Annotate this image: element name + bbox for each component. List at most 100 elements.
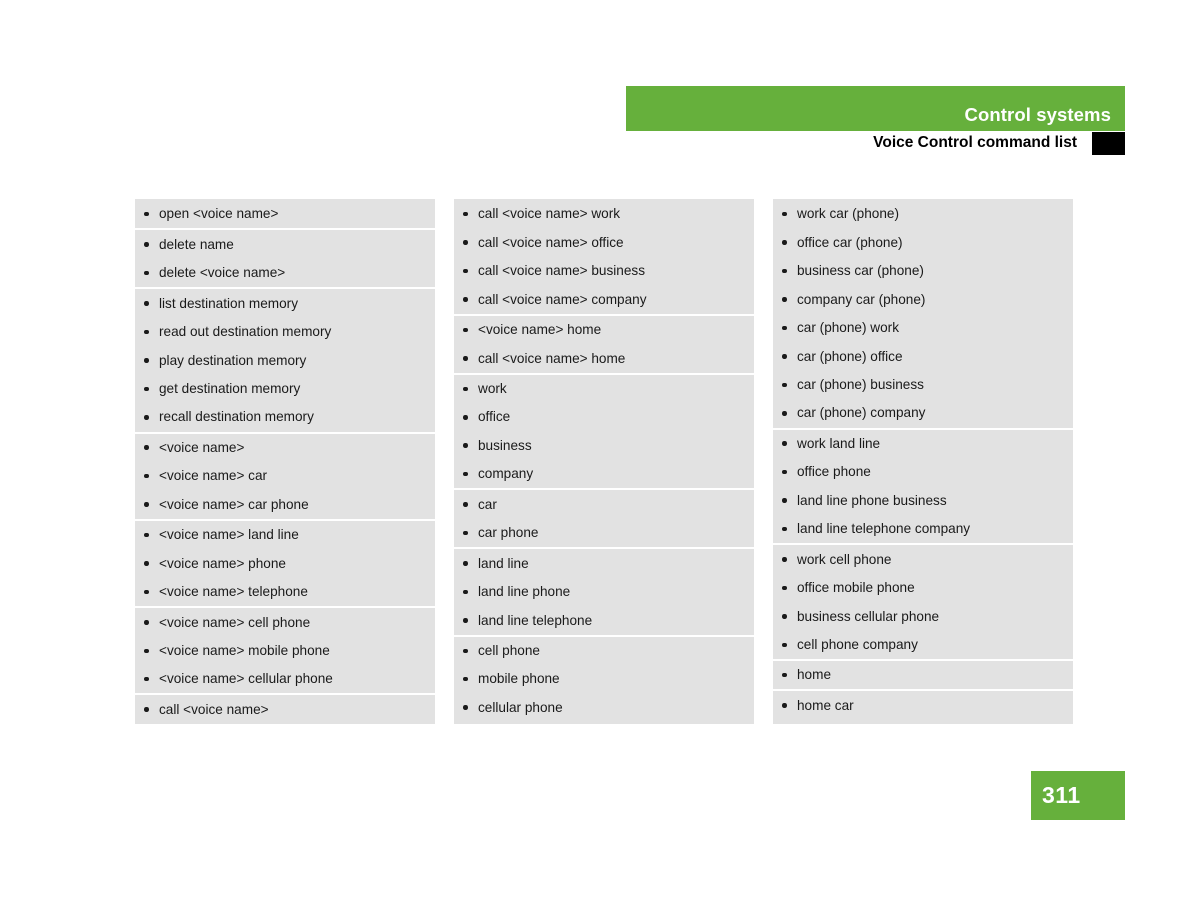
command-group: land line land line phone land line teleph… — [454, 547, 754, 635]
list-item: read out destination memory — [135, 318, 435, 346]
bullet-icon — [782, 326, 797, 331]
bullet-icon — [463, 297, 478, 302]
command-label: open <voice name> — [159, 206, 279, 222]
command-column-3: work car (phone) office car (phone) busine… — [773, 199, 1073, 724]
command-label: <voice name> cell phone — [159, 614, 311, 630]
page-subtitle: Voice Control command list — [873, 134, 1077, 151]
bullet-icon — [463, 502, 478, 507]
command-label: read out destination memory — [159, 324, 332, 340]
bullet-icon — [463, 415, 478, 420]
list-item: <voice name> — [135, 434, 435, 462]
list-item: <voice name> car phone — [135, 490, 435, 518]
command-label: car (phone) business — [797, 377, 924, 393]
command-label: <voice name> telephone — [159, 584, 308, 600]
bullet-icon — [463, 618, 478, 623]
list-item: <voice name> car — [135, 462, 435, 490]
list-item: business cellular phone — [773, 602, 1073, 630]
bullet-icon — [144, 707, 159, 712]
page-number: 311 — [1042, 782, 1081, 808]
bullet-icon — [144, 620, 159, 625]
list-item: company car (phone) — [773, 285, 1073, 313]
command-label: recall destination memory — [159, 409, 314, 425]
command-label: land line phone business — [797, 492, 947, 508]
command-label: delete <voice name> — [159, 265, 286, 281]
bullet-icon — [144, 649, 159, 654]
command-label: business cellular phone — [797, 608, 940, 624]
list-item: <voice name> home — [454, 316, 754, 344]
chapter-tab-marker-icon — [1092, 132, 1125, 155]
bullet-icon — [782, 354, 797, 359]
list-item: mobile phone — [454, 665, 754, 693]
bullet-icon — [782, 240, 797, 245]
list-item: delete name — [135, 230, 435, 258]
command-label: <voice name> cellular phone — [159, 671, 333, 687]
list-item: get destination memory — [135, 375, 435, 403]
bullet-icon — [782, 470, 797, 475]
command-column-1: open <voice name> delete name delete <voic… — [135, 199, 435, 724]
command-group: cell phone mobile phone cellular phone — [454, 634, 754, 722]
list-item: list destination memory — [135, 289, 435, 317]
list-item: <voice name> telephone — [135, 578, 435, 606]
command-label: car (phone) company — [797, 405, 926, 421]
bullet-icon — [782, 643, 797, 648]
command-column-2: call <voice name> work call <voice name> … — [454, 199, 754, 724]
command-group: work land line office phone land line phon… — [773, 427, 1073, 544]
command-label: <voice name> car — [159, 468, 268, 484]
list-item: land line telephone company — [773, 515, 1073, 543]
command-group: home — [773, 659, 1073, 690]
bullet-icon — [782, 212, 797, 217]
command-label: home car — [797, 697, 854, 713]
bullet-icon — [463, 531, 478, 536]
bullet-icon — [782, 411, 797, 416]
bullet-icon — [144, 387, 159, 392]
bullet-icon — [782, 586, 797, 591]
command-label: call <voice name> home — [478, 350, 626, 366]
list-item: cell phone — [454, 637, 754, 665]
command-label: company — [478, 466, 534, 482]
list-item: work cell phone — [773, 545, 1073, 573]
bullet-icon — [144, 301, 159, 306]
command-label: list destination memory — [159, 295, 299, 311]
command-label: <voice name> car phone — [159, 496, 309, 512]
command-label: car (phone) work — [797, 320, 899, 336]
command-label: call <voice name> — [159, 701, 269, 717]
page-header: Control systems Voice Control command li… — [626, 86, 1125, 160]
command-label: call <voice name> company — [478, 291, 647, 307]
list-item: cell phone company — [773, 631, 1073, 659]
list-item: car (phone) work — [773, 314, 1073, 342]
list-item: home car — [773, 691, 1073, 719]
command-group: <voice name> land line <voice name> phone… — [135, 518, 435, 607]
command-label: car — [478, 496, 497, 512]
command-label: <voice name> — [159, 439, 245, 455]
bullet-icon — [463, 472, 478, 477]
bullet-icon — [144, 502, 159, 507]
command-label: cell phone — [478, 642, 540, 658]
bullet-icon — [144, 445, 159, 450]
command-group: <voice name> cell phone <voice name> mobi… — [135, 606, 435, 694]
command-label: office — [478, 409, 511, 425]
bullet-icon — [782, 441, 797, 446]
list-item: office car (phone) — [773, 228, 1073, 256]
list-item: call <voice name> work — [454, 200, 754, 228]
list-item: car — [454, 490, 754, 518]
section-title: Control systems — [964, 104, 1111, 125]
list-item: office mobile phone — [773, 574, 1073, 602]
command-label: call <voice name> work — [478, 206, 621, 222]
bullet-icon — [782, 527, 797, 532]
command-group: work office business company — [454, 372, 754, 489]
bullet-icon — [782, 614, 797, 619]
list-item: call <voice name> home — [454, 344, 754, 372]
list-item: <voice name> cellular phone — [135, 665, 435, 693]
list-item: recall destination memory — [135, 403, 435, 431]
command-label: <voice name> home — [478, 322, 602, 338]
command-group: car car phone — [454, 488, 754, 548]
bullet-icon — [144, 212, 159, 217]
command-group: <voice name> home call <voice name> home — [454, 313, 754, 373]
bullet-icon — [782, 269, 797, 274]
list-item: car (phone) company — [773, 399, 1073, 427]
list-item: business — [454, 432, 754, 460]
list-item: play destination memory — [135, 346, 435, 374]
list-item: work — [454, 375, 754, 403]
bullet-icon — [463, 705, 478, 710]
command-label: land line telephone company — [797, 521, 971, 537]
